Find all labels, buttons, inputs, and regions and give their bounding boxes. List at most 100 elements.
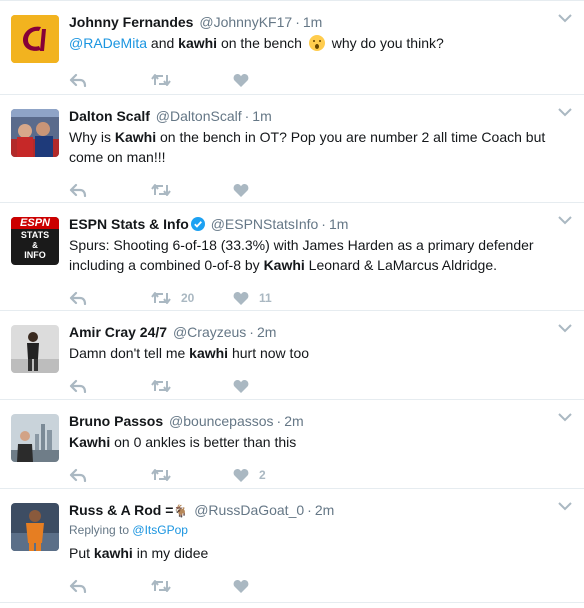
tweet[interactable]: Russ & A Rod =🐐 @RussDaGoat_0 · 2m Replyin… (0, 489, 584, 603)
user-handle[interactable]: @Crayzeus (173, 324, 246, 340)
reply-button[interactable] (69, 468, 151, 482)
user-handle[interactable]: @ESPNStatsInfo (211, 216, 319, 232)
retweet-button[interactable] (151, 579, 233, 593)
retweet-button[interactable] (151, 379, 233, 393)
cavaliers-logo-icon (11, 15, 59, 63)
keyword-highlight: kawhi (178, 35, 218, 51)
display-name[interactable]: Johnny Fernandes (69, 14, 193, 30)
like-icon (233, 469, 249, 482)
tweet[interactable]: Dalton Scalf @DaltonScalf · 1m Why is Kawh… (0, 95, 584, 203)
like-button[interactable] (233, 379, 315, 393)
like-button[interactable]: 11 (233, 291, 315, 305)
user-handle[interactable]: @RussDaGoat_0 (194, 502, 304, 518)
timestamp[interactable]: 1m (303, 14, 322, 30)
display-name[interactable]: ESPN Stats & Info (69, 216, 189, 232)
tweet-actions (69, 63, 570, 97)
tweet-header: Johnny Fernandes @JohnnyKF17 · 1m (69, 11, 570, 33)
display-name[interactable]: Dalton Scalf (69, 108, 150, 124)
reply-mention-link[interactable]: @ItsGPop (132, 523, 188, 537)
timestamp[interactable]: 1m (329, 216, 348, 232)
caret-down-icon[interactable] (558, 323, 572, 333)
reply-icon (69, 379, 87, 393)
tweet-feed: Johnny Fernandes @JohnnyKF17 · 1m @RADeMit… (0, 0, 584, 608)
avatar[interactable]: ESPN STATS & INFO (11, 217, 59, 265)
like-button[interactable]: 2 (233, 468, 315, 482)
like-icon (233, 380, 249, 393)
tweet-text: Damn don't tell me kawhi hurt now too (69, 343, 570, 363)
retweet-button[interactable] (151, 183, 233, 197)
reply-button[interactable] (69, 73, 151, 87)
display-name[interactable]: Amir Cray 24/7 (69, 324, 167, 340)
face-emoji-icon (308, 35, 325, 51)
text-segment: why do you think? (327, 35, 444, 51)
display-name[interactable]: Bruno Passos (69, 413, 163, 429)
retweet-button[interactable] (151, 468, 233, 482)
caret-down-icon[interactable] (558, 501, 572, 511)
tweet-header: Russ & A Rod =🐐 @RussDaGoat_0 · 2m (69, 499, 570, 521)
caret-down-icon[interactable] (558, 412, 572, 422)
like-button[interactable] (233, 183, 315, 197)
retweet-count: 20 (181, 291, 195, 305)
like-icon (233, 74, 249, 87)
reply-button[interactable] (69, 379, 151, 393)
like-count: 2 (259, 468, 266, 482)
caret-down-icon[interactable] (558, 107, 572, 117)
logo-text: ESPN (11, 217, 59, 229)
user-photo-icon (11, 109, 59, 157)
tweet-header: Dalton Scalf @DaltonScalf · 1m (69, 105, 570, 127)
tweet-text: Why is Kawhi on the bench in OT? Pop you… (69, 127, 570, 167)
espn-stats-logo-icon: ESPN STATS & INFO (11, 217, 59, 265)
tweet-header: Amir Cray 24/7 @Crayzeus · 2m (69, 321, 570, 343)
reply-icon (69, 579, 87, 593)
user-handle[interactable]: @bouncepassos (169, 413, 274, 429)
like-icon (233, 292, 249, 305)
reply-button[interactable] (69, 183, 151, 197)
tweet-text: Kawhi on 0 ankles is better than this (69, 432, 570, 452)
retweet-icon (151, 469, 171, 481)
separator: · (295, 14, 300, 30)
text-segment: in my didee (132, 545, 209, 561)
user-photo-icon (11, 503, 59, 551)
text-segment: Why is (69, 129, 115, 145)
retweet-icon (151, 580, 171, 592)
tweet-actions (69, 569, 570, 603)
text-segment: hurt now too (228, 345, 310, 361)
tweet-actions: 2 (69, 458, 570, 492)
user-handle[interactable]: @JohnnyKF17 (199, 14, 292, 30)
replying-label: Replying to (69, 523, 130, 537)
like-button[interactable] (233, 73, 315, 87)
user-handle[interactable]: @DaltonScalf (156, 108, 242, 124)
separator: · (244, 108, 250, 124)
reply-button[interactable] (69, 291, 151, 305)
like-count: 11 (259, 291, 272, 305)
retweet-button[interactable] (151, 73, 233, 87)
retweet-icon (151, 292, 171, 304)
reply-icon (69, 73, 87, 87)
avatar[interactable] (11, 503, 59, 551)
keyword-highlight: kawhi (189, 345, 229, 361)
tweet[interactable]: Johnny Fernandes @JohnnyKF17 · 1m @RADeMit… (0, 0, 584, 95)
tweet-actions: 20 11 (69, 281, 570, 315)
reply-icon (69, 291, 87, 305)
avatar[interactable] (11, 414, 59, 462)
mention-link[interactable]: @RADeMita (69, 35, 147, 51)
avatar[interactable] (11, 325, 59, 373)
tweet[interactable]: Amir Cray 24/7 @Crayzeus · 2m Damn don't t… (0, 311, 584, 400)
like-button[interactable] (233, 579, 315, 593)
caret-down-icon[interactable] (558, 215, 572, 225)
caret-down-icon[interactable] (558, 13, 572, 23)
display-name[interactable]: Russ & A Rod = (69, 502, 173, 518)
tweet[interactable]: ESPN STATS & INFO ESPN Stats & Info @ESP… (0, 203, 584, 311)
retweet-icon (151, 74, 171, 86)
retweet-button[interactable]: 20 (151, 291, 233, 305)
tweet[interactable]: Bruno Passos @bouncepassos · 2m Kawhi on 0… (0, 400, 584, 489)
reply-button[interactable] (69, 579, 151, 593)
avatar[interactable] (11, 109, 59, 157)
timestamp[interactable]: 2m (315, 502, 334, 518)
timestamp[interactable]: 2m (257, 324, 276, 340)
avatar[interactable] (11, 15, 59, 63)
timestamp[interactable]: 2m (284, 413, 303, 429)
timestamp[interactable]: 1m (252, 108, 271, 124)
tweet-text: Put kawhi in my didee (69, 543, 570, 563)
logo-text: & (32, 241, 38, 250)
